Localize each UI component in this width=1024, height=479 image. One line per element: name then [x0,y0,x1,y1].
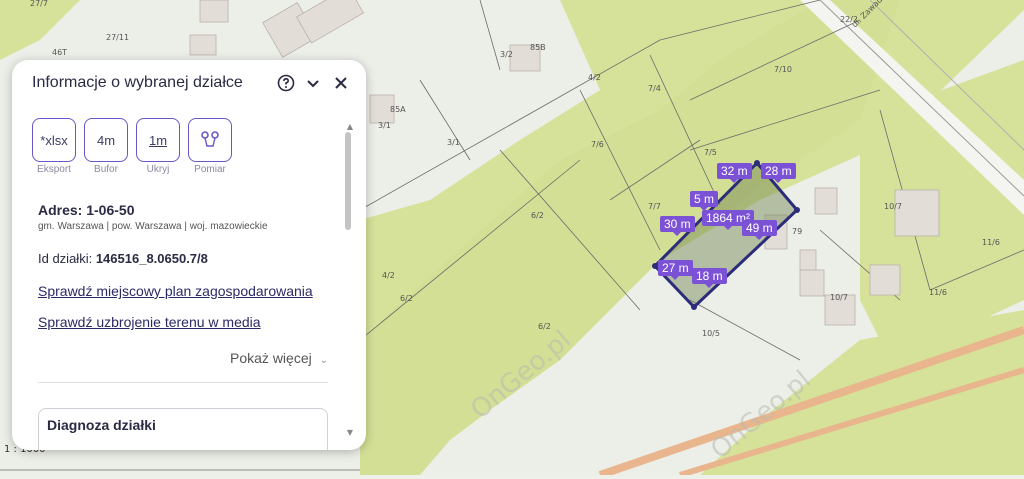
scrollbar-thumb[interactable] [345,132,351,230]
address-block: Adres: 1-06-50 gm. Warszawa | pow. Warsz… [38,202,268,232]
parcel-label: 7/6 [591,140,604,149]
address-sub: gm. Warszawa | pow. Warszawa | woj. mazo… [38,221,268,232]
parcel-label: 7/5 [704,148,717,157]
buffer-icon[interactable]: 4m [84,118,128,162]
parcel-id-value: 146516_8.0650.7/8 [95,251,208,266]
hide-icon[interactable]: 1m [136,118,180,162]
hide-button[interactable]: 1m Ukryj [136,118,180,175]
buffer-button[interactable]: 4m Bufor [84,118,128,175]
hide-label: Ukryj [146,164,170,175]
measure-label: 27 m [658,260,693,280]
parcel-label: 6/2 [531,211,544,220]
parcel-label: 3/1 [378,121,391,130]
parcel-label: 85B [530,43,546,52]
utilities-link[interactable]: Sprawdź uzbrojenie terenu w media [38,314,261,330]
measure-label: 30 m [660,216,695,236]
help-circle-icon[interactable] [275,72,297,94]
measure-label: 5 m [690,191,719,211]
parcel-label: 10/7 [830,293,848,302]
parcel-label: 7/10 [774,65,792,74]
address-text: Adres: 1-06-50 [38,202,135,218]
parcel-label: 6/2 [400,294,413,303]
parcel-label: 7/7 [648,202,661,211]
scroll-up-icon[interactable]: ▲ [347,122,353,131]
buffer-label: Bufor [94,164,118,175]
parcel-id: Id działki: 146516_8.0650.7/8 [38,251,208,266]
show-more-label: Pokaż więcej [230,350,312,366]
diagnosis-card[interactable]: Diagnoza działki [38,408,328,450]
measure-icon[interactable] [188,118,232,162]
panel-header: Informacje o wybranej działce [32,72,352,94]
parcel-label: 3/2 [500,50,513,59]
parcel-info-panel: Informacje o wybranej działce *xlsx Eksp… [12,60,366,450]
show-more-button[interactable]: Pokaż więcej ⌄ [230,350,328,366]
measure-label: Pomiar [194,164,226,175]
scroll-down-icon[interactable]: ▼ [347,428,353,437]
export-xlsx-icon[interactable]: *xlsx [32,118,76,162]
parcel-label: 85A [390,105,406,114]
parcel-label: 27/7 [30,0,48,8]
measure-label: 18 m [692,268,727,288]
parcel-label: 10/7 [884,202,902,211]
measure-label: 49 m [742,220,777,240]
close-icon[interactable] [330,72,352,94]
parcel-label: 46T [52,48,67,57]
parcel-label: 11/6 [929,288,947,297]
export-label: Eksport [37,164,71,175]
parcel-label: 6/2 [538,322,551,331]
chevron-down-icon: ⌄ [319,355,328,366]
divider [38,382,328,383]
parcel-label: 10/5 [702,329,720,338]
zoning-plan-link[interactable]: Sprawdź miejscowy plan zagospodarowania [38,283,313,299]
parcel-label: 11/6 [982,238,1000,247]
measure-label: 32 m [717,163,752,183]
parcel-label: 3/1 [447,138,460,147]
parcel-label: 7/4 [648,84,661,93]
parcel-id-label: Id działki: [38,251,93,266]
diagnosis-title: Diagnoza działki [47,417,156,433]
parcel-label: 4/2 [588,73,601,82]
measure-label: 28 m [761,163,796,183]
export-button[interactable]: *xlsx Eksport [32,118,76,175]
parcel-label: 4/2 [382,271,395,280]
parcel-label: 79 [792,227,802,236]
measure-button[interactable]: Pomiar [188,118,232,175]
chevron-down-icon[interactable] [302,72,324,94]
toolbar: *xlsx Eksport 4m Bufor 1m Ukryj Pomiar [32,118,232,175]
parcel-label: 27/11 [106,33,129,42]
